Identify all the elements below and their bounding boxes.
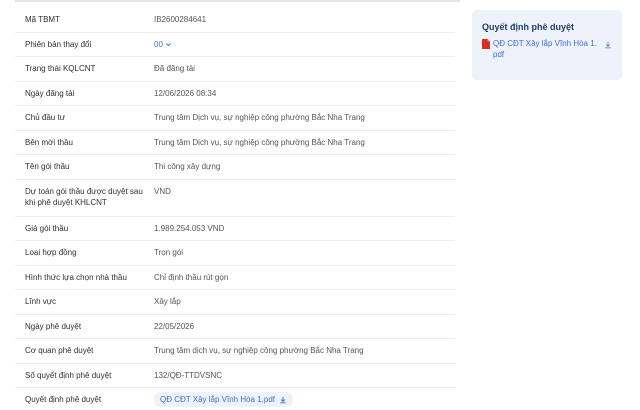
- row-value: Chỉ định thầu rút gọn: [154, 272, 229, 282]
- panel-file-link[interactable]: QĐ CĐT Xây lắp Vĩnh Hòa 1.pdf: [482, 38, 612, 60]
- chevron-down-icon: [165, 42, 171, 46]
- row-inviting-party: Bên mời thầu Trung tâm Dịch vụ, sự nghiệ…: [15, 131, 455, 155]
- row-value: Trung tâm dịch vụ, sự nghiệp công phường…: [154, 346, 364, 356]
- row-publish-date: Ngày đăng tải 12/06/2026 08:34: [15, 82, 455, 106]
- version-value: 00: [154, 39, 163, 49]
- row-approval-decision: Quyết định phê duyệt QĐ CĐT Xây lắp Vĩnh…: [15, 388, 455, 410]
- bid-info-table: Mã TBMT IB2600284641 Phiên bản thay đổi …: [15, 8, 455, 410]
- row-investor: Chủ đầu tư Trung tâm Dịch vụ, sự nghiệp …: [15, 106, 455, 131]
- row-value: Trung tâm Dịch vụ, sự nghiệp công phường…: [154, 113, 365, 123]
- pdf-file-icon: [482, 39, 490, 49]
- row-label: Ngày đăng tải: [25, 88, 75, 98]
- download-icon: [280, 396, 286, 404]
- row-version: Phiên bản thay đổi 00: [15, 33, 455, 57]
- decision-file-link[interactable]: QĐ CĐT Xây lắp Vĩnh Hòa 1.pdf: [154, 392, 294, 408]
- row-label: Hình thức lựa chọn nhà thầu: [25, 272, 127, 282]
- file-name: QĐ CĐT Xây lắp Vĩnh Hòa 1.pdf: [160, 395, 276, 405]
- row-label: Mã TBMT: [25, 15, 60, 25]
- row-selection-method: Hình thức lựa chọn nhà thầu Chỉ định thầ…: [15, 266, 455, 290]
- version-select[interactable]: 00: [154, 39, 172, 50]
- row-value: Đã đăng tải: [154, 64, 195, 74]
- row-value: 00: [154, 39, 455, 50]
- row-approval-agency: Cơ quan phê duyệt Trung tâm dịch vụ, sự …: [15, 339, 455, 364]
- row-label: Cơ quan phê duyệt: [25, 346, 94, 356]
- row-label: Loại hợp đồng: [25, 248, 77, 258]
- row-value: Thi công xây dựng: [154, 162, 221, 172]
- row-label: Dự toán gói thầu được duyệt sau khi phê …: [25, 186, 143, 207]
- row-value: VND: [154, 186, 171, 196]
- row-field: Lĩnh vực Xây lắp: [15, 290, 455, 315]
- row-package-price: Giá gói thầu 1.989.254.053 VND: [15, 217, 455, 241]
- row-value: 22/05/2026: [154, 321, 195, 331]
- row-value: Trung tâm Dịch vụ, sự nghiệp công phường…: [154, 137, 365, 147]
- row-label: Quyết định phê duyệt: [25, 395, 102, 405]
- row-value: Xây lắp: [154, 297, 181, 307]
- row-value: IB2600284641: [154, 15, 207, 25]
- row-estimate: Dự toán gói thầu được duyệt sau khi phê …: [15, 180, 455, 217]
- row-label: Ngày phê duyệt: [25, 321, 82, 331]
- decision-panel: Quyết định phê duyệt QĐ CĐT Xây lắp Vĩnh…: [472, 10, 622, 80]
- top-divider: [15, 0, 460, 2]
- row-label: Phiên bản thay đổi: [25, 39, 92, 49]
- row-label: Chủ đầu tư: [25, 113, 66, 123]
- row-label: Số quyết định phê duyệt: [25, 370, 112, 380]
- download-icon[interactable]: [604, 41, 612, 49]
- row-package-name: Tên gói thầu Thi công xây dựng: [15, 155, 455, 180]
- row-contract-type: Loại hợp đồng Trọn gói: [15, 241, 455, 266]
- row-value: 1.989.254.053 VND: [154, 223, 225, 233]
- row-label: Lĩnh vực: [25, 297, 57, 307]
- row-label: Bên mời thầu: [25, 137, 73, 147]
- row-value: 12/06/2026 08:34: [154, 88, 217, 98]
- row-value: QĐ CĐT Xây lắp Vĩnh Hòa 1.pdf: [154, 392, 455, 408]
- row-status: Trạng thái KQLCNT Đã đăng tải: [15, 57, 455, 82]
- row-value: 132/QĐ-TTDVSNC: [154, 370, 223, 380]
- row-value: Trọn gói: [154, 248, 184, 258]
- row-label: Giá gói thầu: [25, 223, 69, 233]
- panel-title: Quyết định phê duyệt: [482, 22, 575, 32]
- row-ma-tbmt: Mã TBMT IB2600284641: [15, 8, 455, 33]
- row-label: Trạng thái KQLCNT: [25, 64, 96, 74]
- row-approval-date: Ngày phê duyệt 22/05/2026: [15, 315, 455, 339]
- row-label: Tên gói thầu: [25, 162, 70, 172]
- row-decision-number: Số quyết định phê duyệt 132/QĐ-TTDVSNC: [15, 364, 455, 388]
- panel-file-name: QĐ CĐT Xây lắp Vĩnh Hòa 1.pdf: [493, 39, 597, 59]
